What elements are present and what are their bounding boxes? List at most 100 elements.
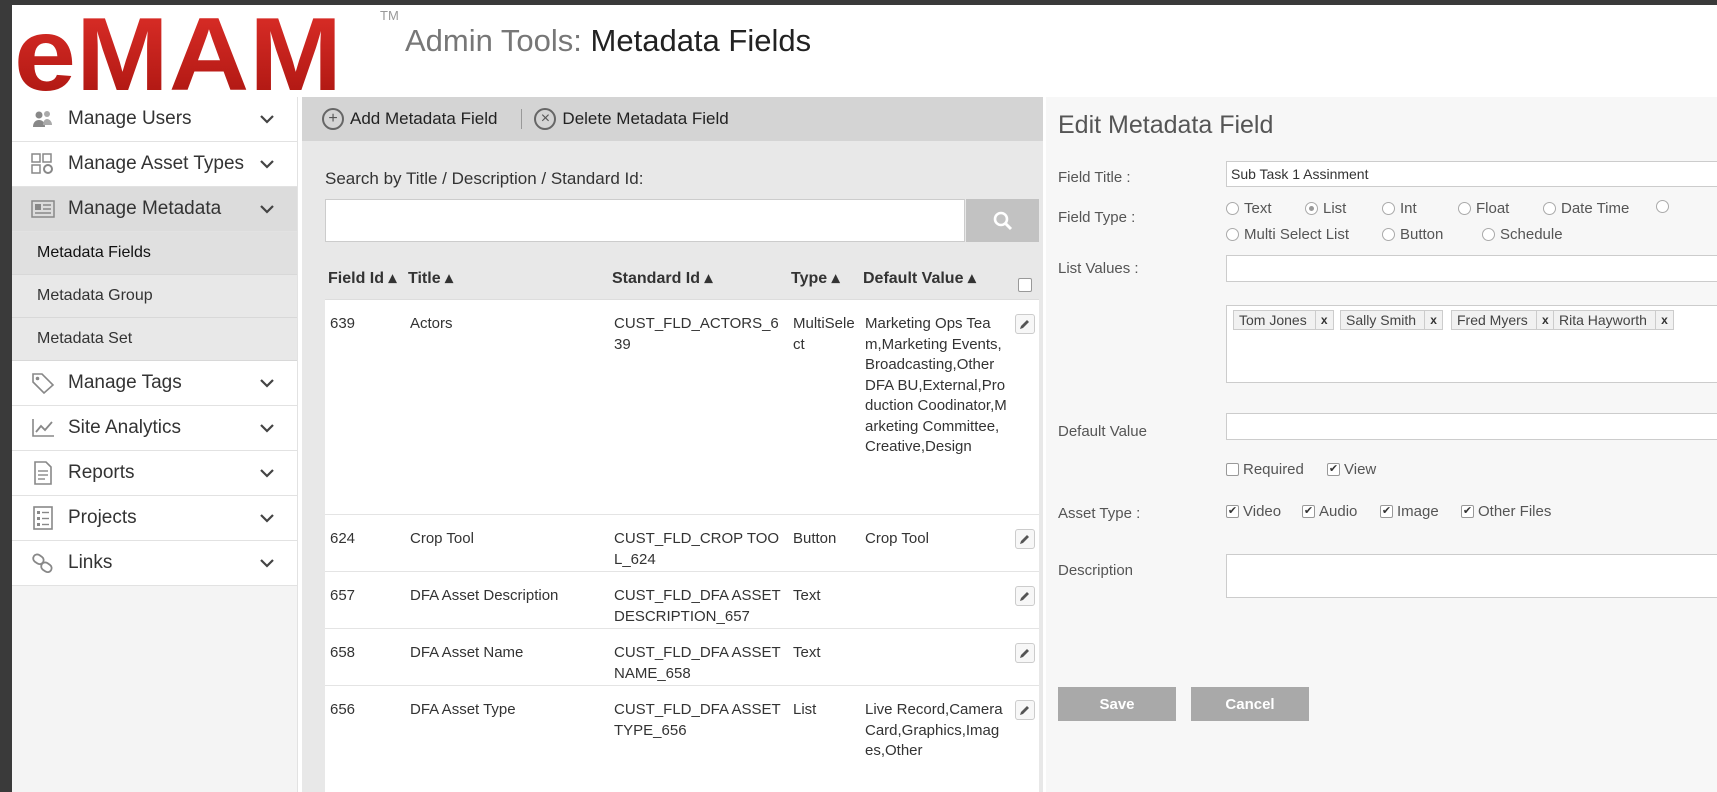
list-tag: Tom Jones x [1233, 310, 1334, 330]
description-textarea[interactable] [1226, 554, 1717, 598]
radio-label: Multi Select List [1244, 226, 1350, 243]
sidebar-item-label: Site Analytics [68, 417, 181, 438]
submenu-metadata-set[interactable]: Metadata Set [12, 318, 297, 361]
list-tag: Rita Hayworth x [1553, 310, 1674, 330]
column-header-field-id[interactable]: Field Id ▴ [325, 268, 405, 288]
checkbox-unchecked [1226, 463, 1239, 476]
page-title-prefix: Admin Tools: [405, 23, 582, 58]
list-values-label: List Values : [1058, 260, 1139, 277]
field-type-schedule-radio[interactable]: Schedule [1482, 226, 1563, 243]
radio-label: Schedule [1500, 226, 1563, 243]
submenu-metadata-fields[interactable]: Metadata Fields [12, 232, 297, 275]
cell-type: List [793, 701, 817, 718]
list-tag: Sally Smith x [1340, 310, 1444, 330]
table-row[interactable]: 639 Actors CUST_FLD_ACTORS_639 MultiSele… [325, 300, 1039, 515]
sidebar-item-label: Manage Asset Types [68, 153, 245, 174]
cell-standard-id: CUST_FLD_ACTORS_639 [614, 315, 779, 353]
field-type-text-radio[interactable]: Text [1226, 200, 1272, 217]
sidebar-item-links[interactable]: Links [12, 541, 297, 586]
chevron-down-icon[interactable] [259, 466, 275, 480]
radio-button [1656, 200, 1669, 213]
add-metadata-field-button[interactable]: + Add Metadata Field [322, 108, 497, 130]
column-header-standard-id[interactable]: Standard Id ▴ [609, 268, 789, 288]
chevron-down-icon[interactable] [259, 202, 275, 216]
search-button[interactable] [966, 199, 1039, 242]
default-value-input[interactable] [1226, 413, 1717, 440]
delete-metadata-field-button[interactable]: × Delete Metadata Field [534, 108, 729, 130]
cell-field-id: 658 [330, 644, 356, 661]
radio-label: Button [1400, 226, 1444, 243]
edit-row-button[interactable] [1015, 314, 1035, 334]
sidebar-item-projects[interactable]: Projects [12, 496, 297, 541]
remove-tag-button[interactable]: x [1424, 311, 1442, 329]
app-window: eMAM TM Admin Tools: Metadata Fields Man… [12, 5, 1717, 792]
view-checkbox[interactable]: ✔ View [1327, 461, 1376, 478]
asset-type-audio-checkbox[interactable]: ✔ Audio [1302, 503, 1357, 520]
metadata-list-panel: + Add Metadata Field × Delete Metadata F… [302, 97, 1043, 792]
remove-tag-button[interactable]: x [1535, 311, 1554, 329]
cell-field-id: 656 [330, 701, 356, 718]
cancel-button[interactable]: Cancel [1191, 687, 1309, 721]
sidebar-item-manage-users[interactable]: Manage Users [12, 97, 297, 142]
field-type-more-radio[interactable] [1656, 200, 1674, 213]
field-type-datetime-radio[interactable]: Date Time [1543, 200, 1629, 217]
chevron-down-icon[interactable] [259, 511, 275, 525]
chevron-down-icon[interactable] [259, 157, 275, 171]
field-type-list-radio[interactable]: List [1305, 200, 1346, 217]
chevron-down-icon[interactable] [259, 556, 275, 570]
header: eMAM TM Admin Tools: Metadata Fields [12, 5, 1717, 97]
submenu-metadata-group[interactable]: Metadata Group [12, 275, 297, 318]
list-tags-box[interactable]: Tom Jones x Sally Smith x Fred Myers x Rita… [1226, 305, 1717, 383]
table-row[interactable]: 657 DFA Asset Description CUST_FLD_DFA A… [325, 572, 1039, 629]
edit-row-button[interactable] [1015, 643, 1035, 663]
sidebar-item-site-analytics[interactable]: Site Analytics [12, 406, 297, 451]
field-type-int-radio[interactable]: Int [1382, 200, 1417, 217]
field-type-button-radio[interactable]: Button [1382, 226, 1443, 243]
chevron-down-icon[interactable] [259, 421, 275, 435]
search-input[interactable] [325, 199, 965, 242]
view-label: View [1344, 461, 1377, 478]
table-row[interactable]: 624 Crop Tool CUST_FLD_CROP TOOL_624 But… [325, 515, 1039, 572]
page-title-main: Metadata Fields [590, 23, 812, 58]
users-icon [30, 108, 56, 130]
sidebar-item-manage-tags[interactable]: Manage Tags [12, 361, 297, 406]
radio-button [1226, 228, 1239, 241]
asset-type-other-files-checkbox[interactable]: ✔ Other Files [1461, 503, 1551, 520]
list-tag-label: Sally Smith [1346, 312, 1417, 328]
radio-button [1458, 202, 1471, 215]
field-type-multi-select-radio[interactable]: Multi Select List [1226, 226, 1349, 243]
column-header-title[interactable]: Title ▴ [405, 268, 609, 288]
sidebar-item-reports[interactable]: Reports [12, 451, 297, 496]
save-button[interactable]: Save [1058, 687, 1176, 721]
sidebar-item-manage-asset-types[interactable]: Manage Asset Types [12, 142, 297, 187]
remove-tag-button[interactable]: x [1654, 311, 1673, 329]
column-header-default-value[interactable]: Default Value ▴ [861, 268, 1011, 288]
table-header: Field Id ▴ Title ▴ Standard Id ▴ Type ▴ … [325, 256, 1039, 300]
chevron-down-icon[interactable] [259, 112, 275, 126]
field-title-label: Field Title : [1058, 169, 1131, 186]
edit-row-button[interactable] [1015, 586, 1035, 606]
edit-row-button[interactable] [1015, 529, 1035, 549]
field-type-float-radio[interactable]: Float [1458, 200, 1509, 217]
table-row[interactable]: 658 DFA Asset Name CUST_FLD_DFA ASSET NA… [325, 629, 1039, 686]
cell-type: MultiSelect [793, 315, 855, 353]
tag-icon [30, 372, 56, 394]
list-value-input[interactable] [1226, 255, 1717, 282]
edit-row-button[interactable] [1015, 700, 1035, 720]
chevron-down-icon[interactable] [259, 376, 275, 390]
remove-tag-button[interactable]: x [1314, 311, 1333, 329]
select-all-checkbox[interactable] [1018, 277, 1032, 292]
asset-type-label-video: Video [1243, 503, 1282, 520]
column-header-type[interactable]: Type ▴ [789, 268, 861, 288]
link-icon [30, 552, 56, 574]
table-row[interactable]: 656 DFA Asset Type CUST_FLD_DFA ASSET TY… [325, 686, 1039, 792]
asset-type-image-checkbox[interactable]: ✔ Image [1380, 503, 1439, 520]
asset-type-video-checkbox[interactable]: ✔ Video [1226, 503, 1281, 520]
radio-button-selected [1305, 202, 1318, 215]
field-type-label: Field Type : [1058, 209, 1136, 226]
required-checkbox[interactable]: Required [1226, 461, 1304, 478]
sidebar-item-manage-metadata[interactable]: Manage Metadata [12, 187, 297, 232]
sidebar-item-label: Projects [68, 507, 137, 528]
field-title-input[interactable] [1226, 161, 1717, 187]
search-icon [993, 211, 1012, 230]
